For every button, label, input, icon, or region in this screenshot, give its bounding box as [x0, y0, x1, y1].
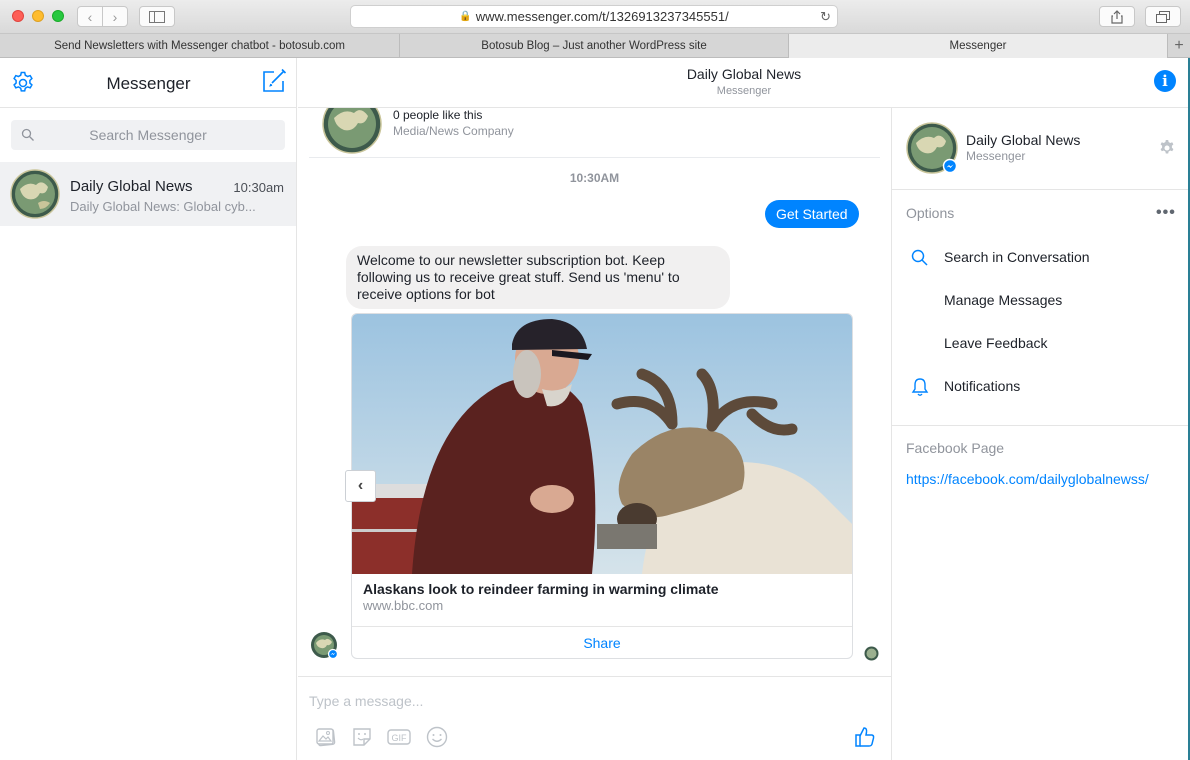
- chat-header: Daily Global News Messenger i: [298, 58, 1190, 108]
- divider: [892, 425, 1190, 426]
- chevron-left-icon: ‹: [357, 477, 364, 494]
- tab-botosub-blog[interactable]: Botosub Blog – Just another WordPress si…: [400, 34, 789, 58]
- chevron-left-icon: ‹: [87, 8, 93, 25]
- search-box[interactable]: [11, 120, 285, 150]
- sent-message-bubble: Get Started: [765, 200, 859, 228]
- message-composer: GIF: [298, 676, 891, 760]
- avatar: [10, 169, 60, 219]
- option-search-in-conversation[interactable]: Search in Conversation: [892, 240, 1190, 276]
- carousel-prev-button[interactable]: ‹: [345, 470, 376, 502]
- search-icon: [911, 249, 928, 266]
- more-options-icon[interactable]: •••: [1156, 204, 1176, 222]
- info-button[interactable]: i: [1154, 70, 1176, 92]
- minimize-window-button[interactable]: [32, 10, 44, 22]
- svg-text:GIF: GIF: [392, 733, 408, 743]
- back-button[interactable]: ‹: [77, 6, 103, 27]
- details-subtitle: Messenger: [966, 149, 1026, 163]
- message-thread: 0 people like this Media/News Company 10…: [298, 108, 891, 676]
- option-label: Search in Conversation: [944, 249, 1090, 265]
- browser-toolbar: ‹ › 🔒 www.messenger.com/t/13269132373455…: [0, 0, 1190, 34]
- share-icon: [1111, 9, 1123, 24]
- sidebar-icon: [149, 10, 165, 23]
- page-avatar: [322, 108, 382, 154]
- share-button[interactable]: [1099, 6, 1135, 27]
- message-input[interactable]: [309, 693, 849, 709]
- message-timestamp: 10:30AM: [569, 171, 620, 185]
- chat-title: Daily Global News: [686, 66, 802, 82]
- tabs-icon: [1156, 10, 1170, 23]
- search-input[interactable]: [48, 127, 248, 143]
- option-notifications[interactable]: Notifications: [892, 369, 1190, 405]
- page-likes: 0 people like this: [393, 108, 483, 122]
- share-button[interactable]: Share: [352, 626, 852, 658]
- link-card: Alaskans look to reindeer farming in war…: [351, 313, 853, 659]
- tab-title: Botosub Blog – Just another WordPress si…: [481, 40, 707, 52]
- gif-icon[interactable]: GIF: [387, 725, 411, 749]
- lock-icon: 🔒: [459, 11, 472, 22]
- chat-subtitle: Messenger: [716, 85, 772, 97]
- close-window-button[interactable]: [12, 10, 24, 22]
- conversation-item[interactable]: Daily Global News 10:30am Daily Global N…: [0, 162, 296, 226]
- option-label: Notifications: [944, 378, 1021, 394]
- tab-bar: Send Newsletters with Messenger chatbot …: [0, 34, 1190, 58]
- option-label: Manage Messages: [944, 292, 1063, 308]
- sidebar-toggle-button[interactable]: [139, 6, 175, 27]
- page-avatar: [906, 122, 958, 174]
- chevron-right-icon: ›: [112, 8, 118, 25]
- url-text: www.messenger.com/t/1326913237345551/: [475, 9, 729, 24]
- zoom-window-button[interactable]: [52, 10, 64, 22]
- details-name: Daily Global News: [966, 132, 1081, 148]
- conversation-details-panel: Daily Global News Messenger Options ••• …: [891, 108, 1190, 760]
- facebook-page-label: Facebook Page: [906, 440, 1005, 456]
- forward-button[interactable]: ›: [102, 6, 128, 27]
- conversation-snippet: Daily Global News: Global cyb...: [70, 199, 256, 214]
- received-message-bubble: Welcome to our newsletter subscription b…: [346, 246, 730, 309]
- tab-title: Send Newsletters with Messenger chatbot …: [54, 40, 345, 52]
- image-icon[interactable]: [314, 725, 338, 749]
- gear-icon[interactable]: [1158, 139, 1176, 157]
- article-image[interactable]: [352, 314, 852, 574]
- option-manage-messages[interactable]: Manage Messages: [892, 283, 1190, 319]
- conversation-time: 10:30am: [233, 180, 284, 195]
- page-category: Media/News Company: [393, 124, 514, 138]
- sidebar-title: Messenger: [106, 74, 191, 93]
- conversation-sidebar: Messenger Daily Global News 10:30am Dail…: [0, 58, 297, 760]
- details-header: Daily Global News Messenger: [892, 108, 1190, 190]
- conversation-name: Daily Global News: [70, 178, 193, 195]
- bot-avatar: [311, 632, 338, 659]
- option-label: Leave Feedback: [944, 335, 1048, 351]
- options-label: Options: [906, 205, 955, 221]
- facebook-page-link[interactable]: https://facebook.com/dailyglobalnewss/: [906, 471, 1149, 487]
- like-icon[interactable]: [853, 725, 877, 749]
- option-leave-feedback[interactable]: Leave Feedback: [892, 326, 1190, 362]
- compose-icon[interactable]: [261, 68, 287, 94]
- new-tab-button[interactable]: +: [1168, 34, 1190, 57]
- sidebar-header: Messenger: [0, 58, 297, 108]
- card-title[interactable]: Alaskans look to reindeer farming in war…: [363, 581, 719, 597]
- search-icon: [21, 128, 34, 141]
- sticker-icon[interactable]: [350, 725, 374, 749]
- emoji-icon[interactable]: [425, 725, 449, 749]
- card-domain: www.bbc.com: [363, 598, 444, 613]
- page-info-card: 0 people like this Media/News Company: [309, 108, 880, 158]
- tab-messenger[interactable]: Messenger: [789, 34, 1168, 58]
- tab-botosub[interactable]: Send Newsletters with Messenger chatbot …: [0, 34, 400, 58]
- reload-icon[interactable]: ↻: [820, 9, 831, 25]
- bell-icon: [911, 378, 929, 396]
- address-bar[interactable]: 🔒 www.messenger.com/t/1326913237345551/ …: [350, 5, 838, 28]
- show-tabs-button[interactable]: [1145, 6, 1181, 27]
- seen-avatar: [864, 646, 879, 661]
- tab-title: Messenger: [949, 40, 1007, 52]
- info-icon: i: [1162, 72, 1168, 90]
